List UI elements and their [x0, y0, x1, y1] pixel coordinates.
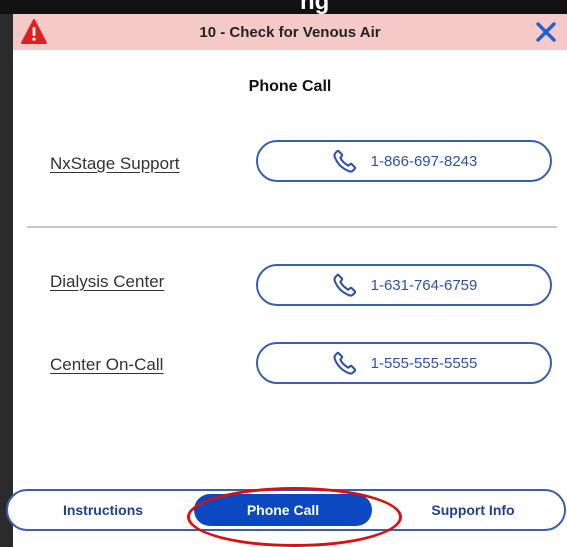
- phone-number: 1-555-555-5555: [370, 354, 478, 372]
- tab-support-info[interactable]: Support Info: [388, 491, 558, 529]
- dialog-title: 10 - Check for Venous Air: [199, 23, 381, 41]
- contact-label-nxstage-support[interactable]: NxStage Support: [50, 154, 179, 174]
- bottom-tab-bar: Instructions Phone Call Support Info: [6, 489, 566, 531]
- check-venous-air-dialog: 10 - Check for Venous Air Phone Call NxS…: [13, 14, 567, 547]
- contact-label-center-on-call[interactable]: Center On-Call: [50, 355, 163, 375]
- call-button-center-on-call[interactable]: 1-555-555-5555: [256, 342, 552, 384]
- warning-icon: [21, 19, 47, 44]
- phone-icon: [333, 351, 356, 375]
- clipped-header-text: ng: [300, 0, 330, 14]
- background-edge: [0, 0, 13, 547]
- close-icon[interactable]: [533, 18, 559, 46]
- phone-number: 1-866-697-8243: [370, 152, 478, 170]
- contact-label-dialysis-center[interactable]: Dialysis Center: [50, 272, 164, 292]
- phone-icon: [333, 149, 356, 173]
- tab-phone-call[interactable]: Phone Call: [194, 494, 372, 526]
- tab-instructions[interactable]: Instructions: [18, 491, 188, 529]
- call-button-dialysis-center[interactable]: 1-631-764-6759: [256, 264, 552, 306]
- phone-icon: [333, 273, 356, 297]
- background-header-strip: ng: [0, 0, 567, 14]
- section-divider: [27, 226, 557, 228]
- dialog-titlebar: 10 - Check for Venous Air: [13, 14, 567, 50]
- call-button-nxstage-support[interactable]: 1-866-697-8243: [256, 140, 552, 182]
- section-title: Phone Call: [248, 78, 332, 95]
- phone-number: 1-631-764-6759: [370, 276, 478, 294]
